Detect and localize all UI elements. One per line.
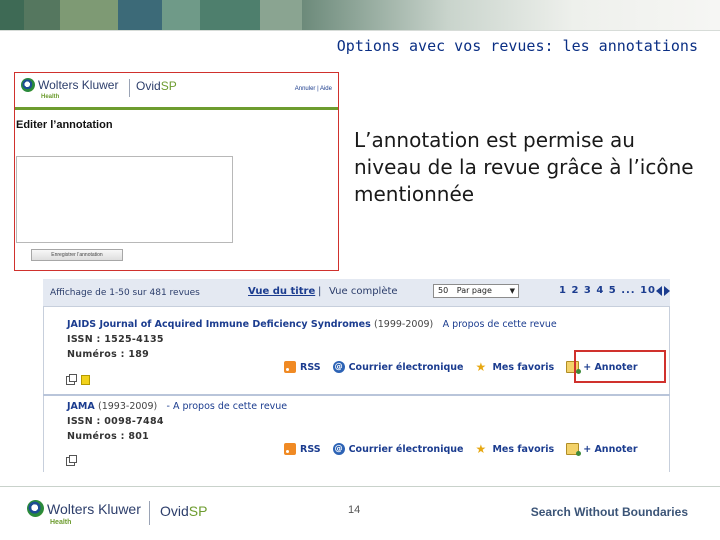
slide-caption: L’annotation est permise au niveau de la… — [354, 128, 694, 206]
results-toolbar: Affichage de 1-50 sur 481 revues Vue du … — [43, 279, 670, 307]
logo-separator — [149, 501, 150, 525]
journal-title-link[interactable]: JAIDS Journal of Acquired Immune Deficie… — [67, 319, 371, 330]
journal-title-line: JAIDS Journal of Acquired Immune Deficie… — [67, 319, 557, 330]
banner-tile — [118, 0, 162, 30]
per-page-value: 50 — [438, 286, 449, 295]
editor-heading: Editer l’annotation — [16, 119, 113, 131]
about-journal-link[interactable]: - A propos de cette revue — [167, 401, 288, 412]
rss-icon — [284, 361, 296, 373]
journal-issue-count: Numéros : 189 — [67, 349, 150, 360]
logo-separator — [129, 79, 130, 97]
annotate-action[interactable]: + Annoter — [566, 443, 638, 456]
journal-title-link[interactable]: JAMA — [67, 401, 95, 412]
rss-action[interactable]: RSS — [284, 361, 321, 373]
save-annotation-button[interactable]: Enregistrer l’annotation — [31, 249, 123, 261]
wolters-kluwer-logo-icon — [21, 78, 35, 92]
select-checkbox[interactable] — [66, 374, 77, 385]
per-page-label: Par page — [456, 286, 492, 295]
favorites-action[interactable]: ★ Mes favoris — [475, 361, 554, 373]
favorites-label: Mes favoris — [492, 361, 555, 373]
pagination-links[interactable]: 1 2 3 4 5 ... 10 — [559, 285, 656, 296]
division-name: Health — [41, 94, 60, 100]
division-name: Health — [50, 519, 72, 526]
about-journal-link[interactable]: A propos de cette revue — [443, 319, 557, 330]
banner-tile — [162, 0, 200, 30]
banner-tile — [60, 0, 118, 30]
footer-wolters-kluwer-logo: Wolters Kluwer — [27, 500, 141, 517]
annotation-editor-screenshot: Wolters Kluwer Health OvidSP Annuler | A… — [14, 72, 339, 271]
star-icon: ★ — [475, 360, 487, 374]
banner-tile — [24, 0, 60, 30]
slide-title: Options avec vos revues: les annotations — [336, 37, 698, 55]
top-divider — [0, 30, 720, 31]
annotation-icon — [566, 443, 582, 456]
journal-issue-count: Numéros : 801 — [67, 431, 150, 442]
header-green-line — [15, 107, 338, 110]
wolters-kluwer-logo-icon — [27, 500, 44, 517]
annotate-label: + Annoter — [583, 443, 638, 455]
banner-tile — [260, 0, 302, 30]
email-label: Courrier électronique — [348, 443, 464, 455]
journal-years: (1999-2009) — [374, 319, 434, 330]
list-item: JAMA (1993-2009) - A propos de cette rev… — [43, 396, 670, 472]
header-links[interactable]: Annuler | Aide — [295, 86, 332, 92]
product-suffix: SP — [188, 503, 208, 519]
email-label: Courrier électronique — [348, 361, 464, 373]
rss-label: RSS — [300, 361, 321, 373]
rss-action[interactable]: RSS — [284, 443, 321, 455]
editor-header: Wolters Kluwer Health OvidSP Annuler | A… — [15, 73, 338, 107]
banner-tile — [0, 0, 24, 30]
wolters-kluwer-logo: Wolters Kluwer — [21, 78, 118, 92]
journal-list-screenshot: Affichage de 1-50 sur 481 revues Vue du … — [43, 279, 670, 472]
star-icon: ★ — [475, 442, 487, 456]
product-prefix: Ovid — [160, 503, 189, 519]
favorites-label: Mes favoris — [492, 443, 555, 455]
journal-title-line: JAMA (1993-2009) - A propos de cette rev… — [67, 401, 287, 412]
chevron-down-icon: ▼ — [509, 287, 515, 295]
product-suffix: SP — [160, 79, 177, 93]
note-flag-icon[interactable] — [81, 375, 90, 385]
company-name: Wolters Kluwer — [38, 78, 119, 92]
footer-ovidsp-logo: OvidSP — [160, 503, 207, 519]
journal-issn: ISSN : 1525-4135 — [67, 334, 164, 345]
annotation-textarea[interactable] — [16, 156, 233, 243]
journal-issn: ISSN : 0098-7484 — [67, 416, 164, 427]
email-icon: @ — [332, 443, 345, 455]
previous-page-icon[interactable] — [656, 286, 662, 296]
title-view-link[interactable]: Vue du titre — [248, 286, 315, 297]
journal-years: (1993-2009) — [98, 401, 158, 412]
full-view-link[interactable]: Vue complète — [329, 286, 398, 297]
per-page-select[interactable]: 50 Par page ▼ — [433, 284, 519, 298]
slide-number: 14 — [348, 504, 361, 516]
select-checkbox[interactable] — [66, 455, 77, 466]
product-prefix: Ovid — [136, 79, 161, 93]
annotate-highlight-box — [574, 350, 666, 383]
top-banner — [0, 0, 720, 30]
rss-label: RSS — [300, 443, 321, 455]
company-name: Wolters Kluwer — [47, 500, 141, 517]
footer-slogan: Search Without Boundaries — [530, 505, 688, 519]
favorites-action[interactable]: ★ Mes favoris — [475, 443, 554, 455]
view-separator: | — [318, 286, 322, 297]
footer-divider — [0, 486, 720, 487]
email-action[interactable]: @ Courrier électronique — [332, 361, 464, 373]
next-page-icon[interactable] — [664, 286, 670, 296]
ovidsp-logo: OvidSP — [136, 79, 177, 93]
banner-tile — [200, 0, 260, 30]
email-icon: @ — [332, 361, 345, 373]
email-action[interactable]: @ Courrier électronique — [332, 443, 464, 455]
rss-icon — [284, 443, 296, 455]
banner-fade — [302, 0, 720, 30]
results-count: Affichage de 1-50 sur 481 revues — [50, 288, 200, 298]
journal-actions: RSS @ Courrier électronique ★ Mes favoris … — [284, 442, 650, 456]
